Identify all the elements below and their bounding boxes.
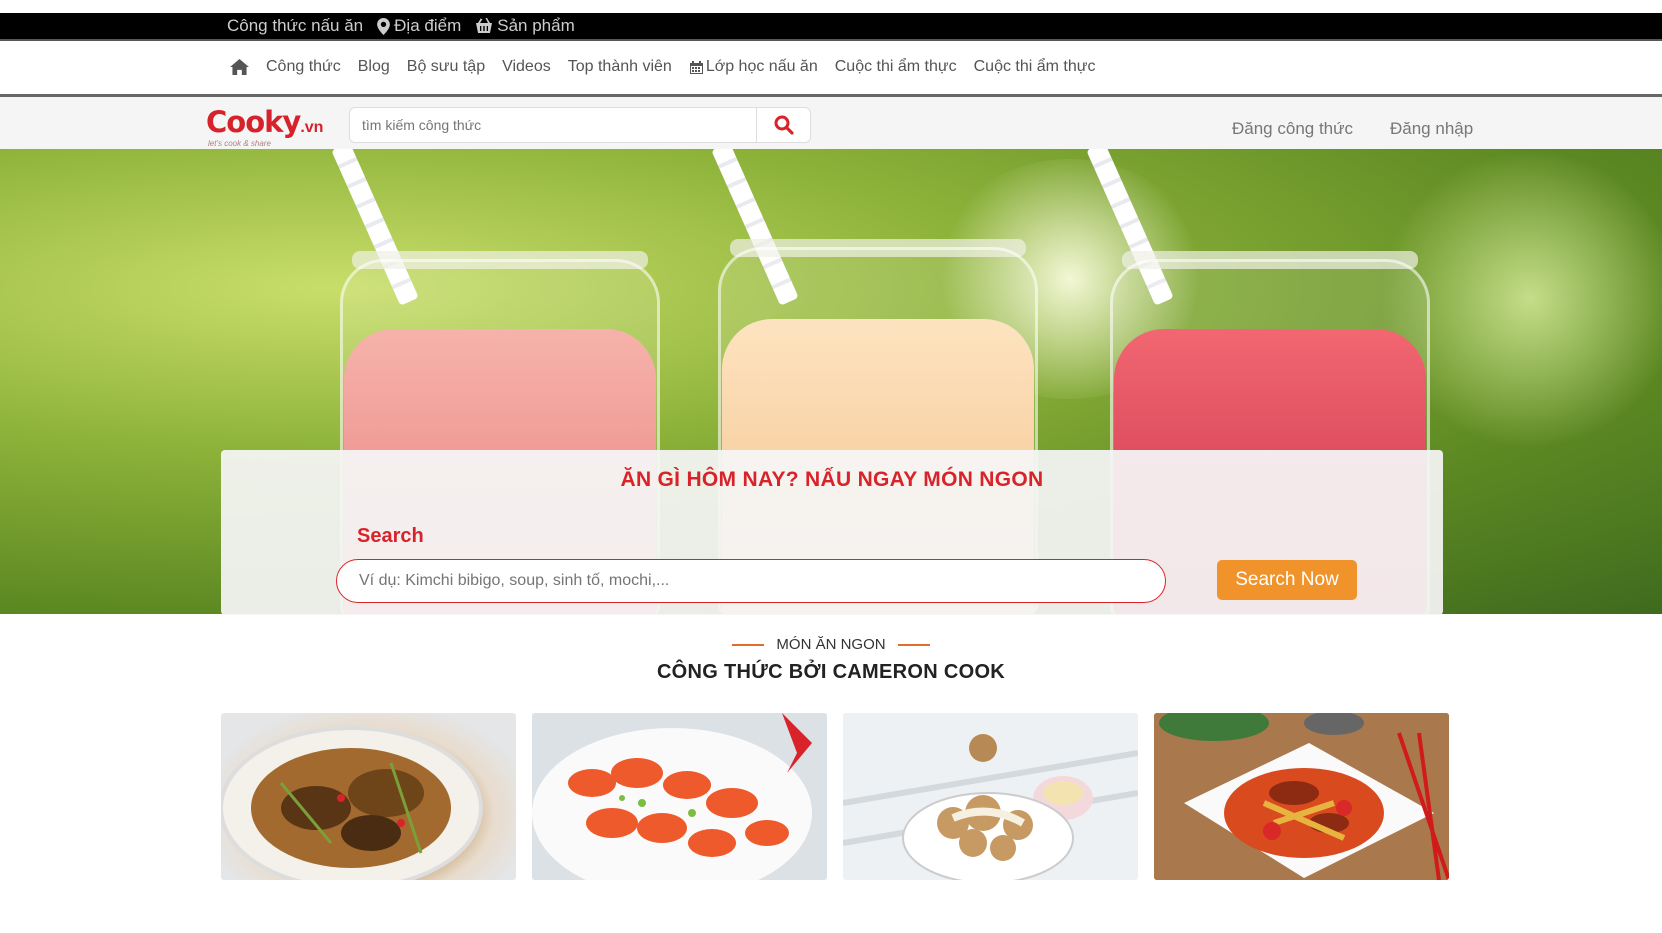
nav-item-top-members[interactable]: Top thành viên [568, 58, 672, 76]
nav-item-cooking-class[interactable]: Lớp học nấu ăn [689, 58, 818, 76]
header-search [349, 107, 811, 143]
nav-item-label: Cuộc thi ẩm thực [834, 58, 957, 75]
home-icon [230, 59, 249, 75]
recipe-card[interactable] [843, 713, 1138, 880]
nav-item-blog[interactable]: Blog [358, 58, 390, 76]
header-search-input[interactable] [350, 108, 757, 142]
login-link[interactable]: Đăng nhập [1390, 119, 1473, 139]
nav-item-label: Blog [357, 58, 390, 75]
topbar-link-label: Sản phẩm [497, 16, 575, 35]
hero-title: ĂN GÌ HÔM NAY? NẤU NGAY MÓN NGON [620, 468, 1044, 491]
header-search-button[interactable] [757, 108, 810, 142]
calendar-icon [689, 60, 703, 74]
nav-item-label: Lớp học nấu ăn [705, 58, 818, 75]
topbar-link-places[interactable]: Địa điểm [377, 15, 461, 37]
main-nav: Công thức Blog Bộ sưu tập Videos Top thà… [0, 41, 1662, 97]
map-marker-icon [377, 17, 391, 35]
basket-icon [476, 18, 493, 33]
post-recipe-link[interactable]: Đăng công thức [1232, 119, 1353, 139]
nav-item-collections[interactable]: Bộ sưu tập [407, 58, 485, 76]
section-kicker: MÓN ĂN NGON [0, 636, 1662, 653]
nav-item-label: Top thành viên [567, 58, 672, 75]
nav-item-contest[interactable]: Cuộc thi ẩm thực [835, 58, 957, 76]
logo-suffix: .vn [300, 119, 324, 136]
recipe-section-header: MÓN ĂN NGON CÔNG THỨC BỞI CAMERON COOK [0, 636, 1662, 684]
search-icon [774, 115, 794, 135]
header-bar: Cooky.vn let's cook & share Đăng công th… [0, 97, 1662, 149]
hero-search-panel: ĂN GÌ HÔM NAY? NẤU NGAY MÓN NGON Search … [221, 450, 1443, 615]
hero-search-label: Search [357, 525, 424, 547]
recipe-card-list [221, 713, 1449, 880]
nav-item-label: Công thức [266, 58, 341, 75]
home-link[interactable] [230, 59, 249, 75]
section-headline: CÔNG THỨC BỞI CAMERON COOK [656, 661, 1006, 683]
kicker-divider [897, 643, 930, 646]
search-now-button[interactable]: Search Now [1217, 560, 1357, 600]
recipe-photo-mushroom [843, 713, 1138, 880]
section-kicker-text: MÓN ĂN NGON [776, 636, 886, 653]
topbar-link-label: Địa điểm [394, 16, 462, 35]
nav-item-recipes[interactable]: Công thức [266, 58, 341, 76]
recipe-photo-fish [221, 726, 483, 880]
logo[interactable]: Cooky.vn let's cook & share [206, 105, 326, 148]
recipe-photo-shrimp [532, 713, 827, 880]
recipe-photo-noodle [1154, 713, 1449, 880]
topbar-link-label: Công thức nấu ăn [227, 16, 364, 35]
nav-item-contest-2[interactable]: Cuộc thi ẩm thực [974, 58, 1096, 76]
logo-word: Cooky [206, 105, 301, 139]
top-bar: Công thức nấu ăn Địa điểm Sản phẩm [0, 13, 1662, 41]
recipe-card[interactable] [532, 713, 827, 880]
recipe-card[interactable] [221, 713, 516, 880]
hero-search-input[interactable] [336, 559, 1166, 603]
topbar-link-recipes[interactable]: Công thức nấu ăn [227, 15, 363, 37]
nav-item-label: Cuộc thi ẩm thực [973, 58, 1096, 75]
kicker-divider [732, 643, 765, 646]
topbar-link-products[interactable]: Sản phẩm [475, 15, 575, 37]
logo-tagline: let's cook & share [208, 139, 271, 148]
nav-item-videos[interactable]: Videos [502, 58, 551, 76]
nav-item-label: Videos [502, 58, 551, 75]
nav-item-label: Bộ sưu tập [406, 58, 486, 75]
recipe-card[interactable] [1154, 713, 1449, 880]
